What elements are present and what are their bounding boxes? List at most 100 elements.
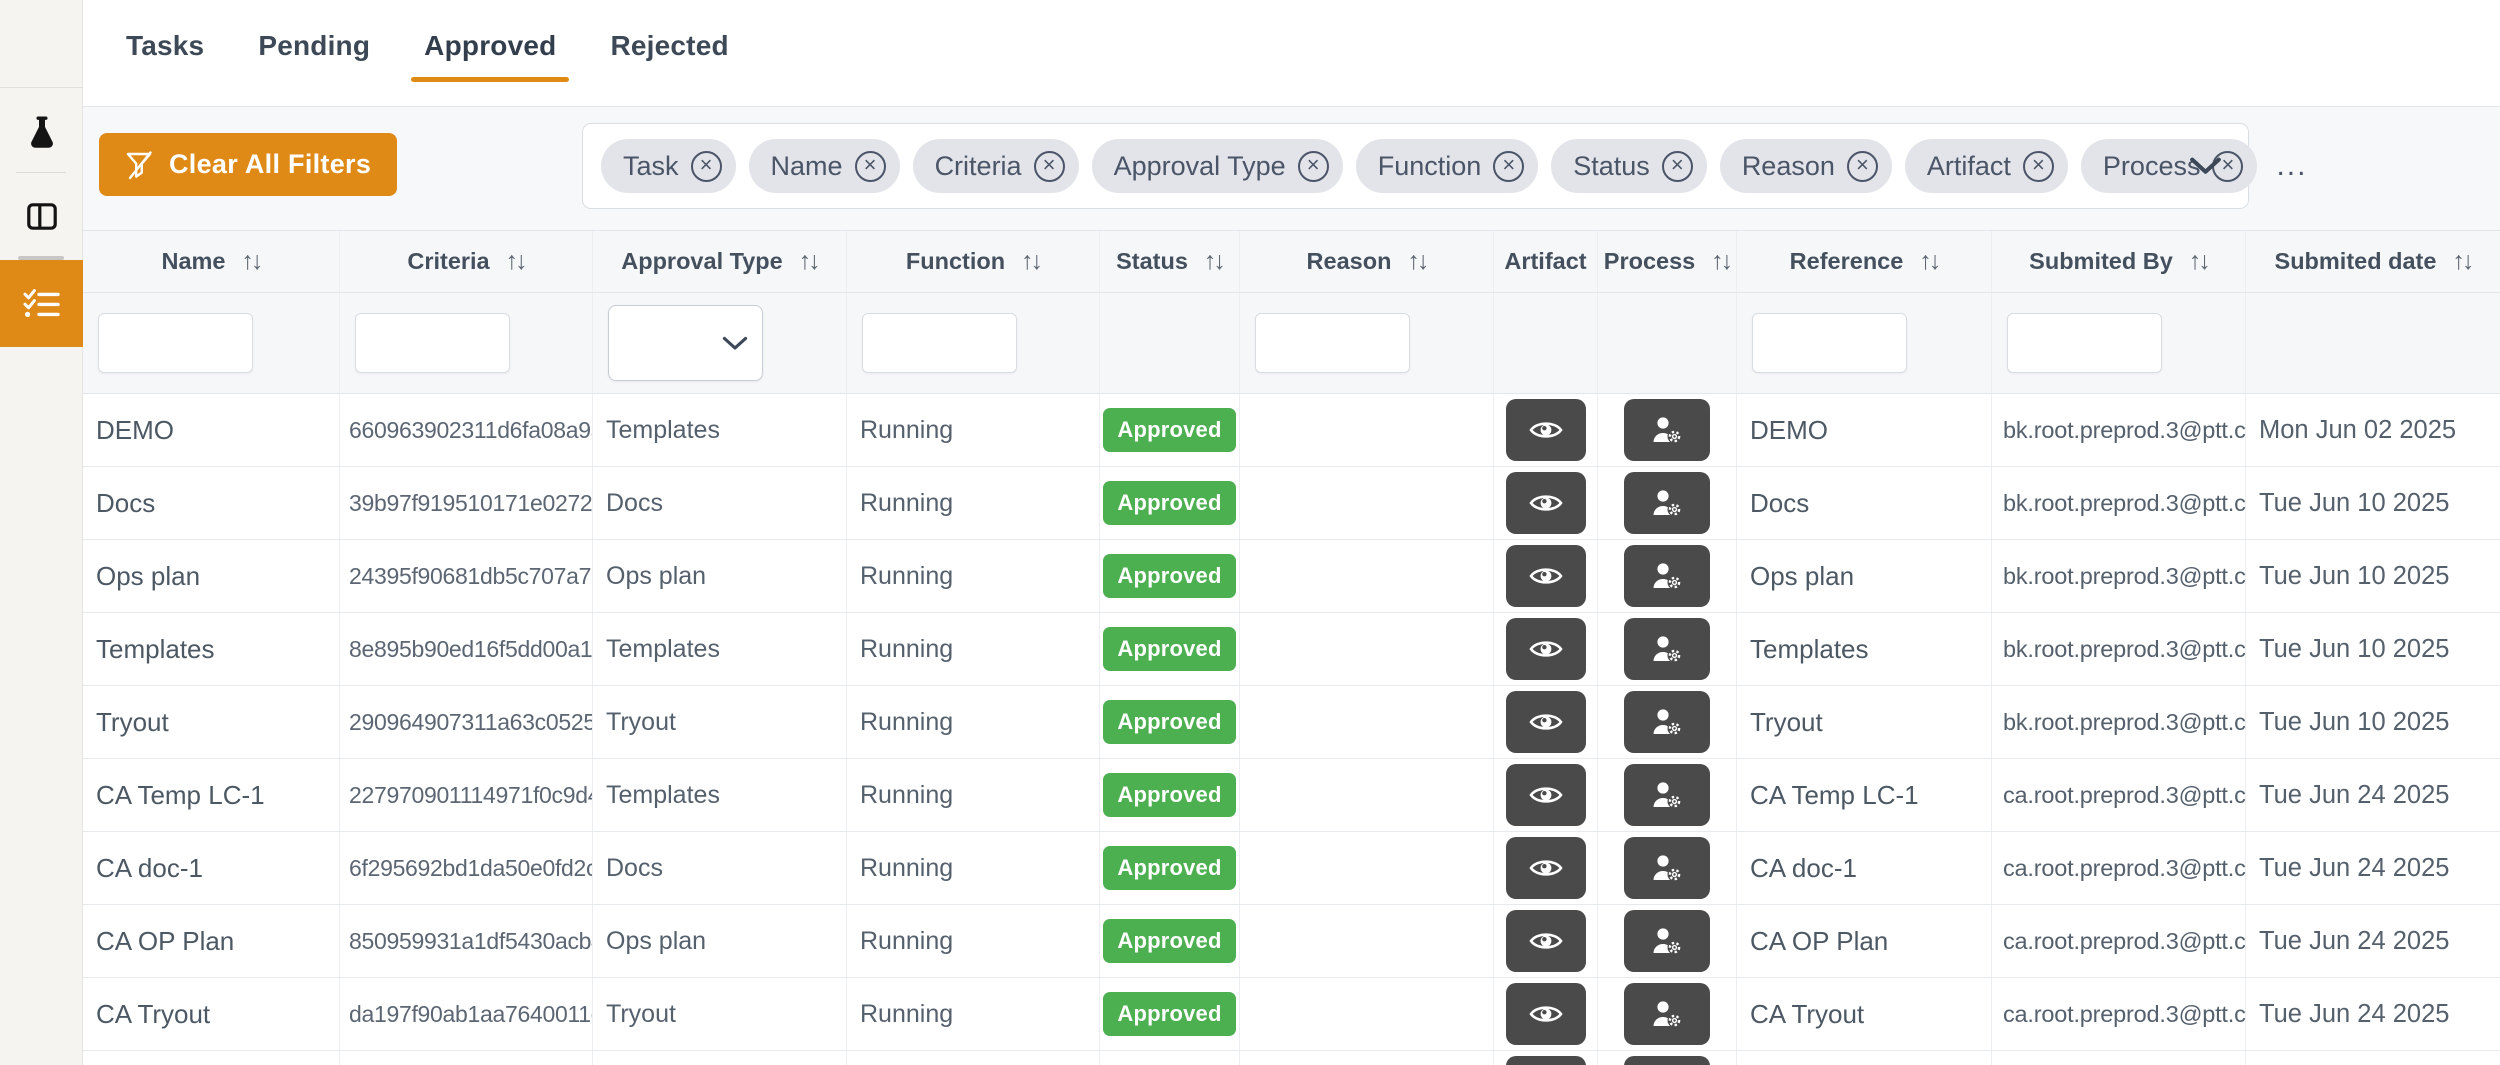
clear-all-filters-button[interactable]: Clear All Filters: [99, 133, 398, 196]
user-gear-icon: [1651, 781, 1683, 809]
cell-name: CA Tryout: [83, 978, 340, 1050]
cell-criteria: 24395f90681db5c707a79a: [340, 540, 593, 612]
remove-filter-icon[interactable]: ×: [1493, 150, 1525, 182]
view-artifact-button[interactable]: [1505, 691, 1586, 753]
sort-icon[interactable]: ↑↓: [799, 247, 821, 276]
cell-status: Approved: [1100, 905, 1240, 977]
user-gear-icon: [1651, 635, 1683, 663]
filter-cell-submitted-date: [2246, 293, 2500, 393]
filter-cell-approval-type: [593, 293, 847, 393]
process-user-button[interactable]: [1624, 472, 1710, 534]
approval-type-filter-select[interactable]: [608, 305, 763, 381]
tab-rejected[interactable]: Rejected: [597, 30, 741, 90]
cell-criteria: 290964907311a63c05256: [340, 686, 593, 758]
view-artifact-button[interactable]: [1505, 472, 1586, 534]
filter-chip-reason: Reason ×: [1719, 139, 1892, 193]
sidebar-item-tasks-active[interactable]: [0, 260, 83, 347]
criteria-filter-input[interactable]: [355, 313, 510, 373]
cell-artifact: [1494, 1051, 1598, 1065]
status-badge: Approved: [1103, 700, 1236, 744]
cell-reason: [1240, 686, 1494, 758]
sort-icon[interactable]: ↑↓: [1407, 247, 1429, 276]
cell-reason: [1240, 832, 1494, 904]
function-filter-input[interactable]: [862, 313, 1017, 373]
view-artifact-button[interactable]: [1505, 545, 1586, 607]
sort-icon[interactable]: ↑↓: [1204, 247, 1226, 276]
remove-filter-icon[interactable]: ×: [1661, 150, 1693, 182]
remove-filter-icon[interactable]: ×: [1846, 150, 1878, 182]
sort-icon[interactable]: ↑↓: [1919, 247, 1941, 276]
filter-chip-criteria: Criteria ×: [912, 139, 1079, 193]
cell-process: [1598, 540, 1737, 612]
remove-filter-icon[interactable]: ×: [854, 150, 886, 182]
remove-filter-icon[interactable]: ×: [2022, 150, 2054, 182]
view-artifact-button[interactable]: [1505, 837, 1586, 899]
process-user-button[interactable]: [1624, 618, 1710, 680]
process-user-button[interactable]: [1624, 1056, 1710, 1065]
reference-filter-input[interactable]: [1752, 313, 1907, 373]
view-artifact-button[interactable]: [1505, 1056, 1586, 1065]
process-user-button[interactable]: [1624, 910, 1710, 972]
filter-cell-reason: [1240, 293, 1494, 393]
chevron-down-icon: [2189, 157, 2222, 176]
process-user-button[interactable]: [1624, 764, 1710, 826]
submitted-by-filter-input[interactable]: [2007, 313, 2162, 373]
table-row-partial: [83, 1051, 2500, 1065]
reason-filter-input[interactable]: [1255, 313, 1410, 373]
col-label: Criteria: [407, 248, 490, 274]
app-window: Tasks Pending Approved Rejected Clear Al…: [0, 0, 2500, 1065]
expand-filters-button[interactable]: [2189, 157, 2222, 176]
filter-cell-status: [1100, 293, 1240, 393]
col-label: Approval Type: [621, 248, 783, 274]
process-user-button[interactable]: [1624, 837, 1710, 899]
sort-icon[interactable]: ↑↓: [2452, 247, 2474, 276]
sidebar-divider: [0, 87, 83, 88]
sidebar: [0, 0, 83, 1065]
sort-icon[interactable]: ↑↓: [1711, 247, 1733, 276]
view-artifact-button[interactable]: [1505, 618, 1586, 680]
tab-tasks[interactable]: Tasks: [113, 30, 217, 90]
cell-function: Running: [847, 467, 1100, 539]
remove-filter-icon[interactable]: ×: [1033, 150, 1065, 182]
cell-function: Running: [847, 686, 1100, 758]
sidebar-item-experiments[interactable]: [0, 103, 83, 163]
chip-label: Process: [2102, 150, 2201, 181]
sort-icon[interactable]: ↑↓: [506, 247, 528, 276]
col-label: Name: [161, 248, 226, 274]
sidebar-item-board[interactable]: [0, 186, 83, 246]
tab-pending[interactable]: Pending: [245, 30, 383, 90]
name-filter-input[interactable]: [98, 313, 253, 373]
cell-reason: [1240, 467, 1494, 539]
cell-name: CA Temp LC-1: [83, 759, 340, 831]
filter-chip-status: Status ×: [1551, 139, 1707, 193]
cell-submitted-by: ca.root.preprod.3@ptt.c: [1992, 759, 2246, 831]
sort-icon[interactable]: ↑↓: [1021, 247, 1043, 276]
view-artifact-button[interactable]: [1505, 910, 1586, 972]
process-user-button[interactable]: [1624, 545, 1710, 607]
process-user-button[interactable]: [1624, 399, 1710, 461]
cell-approval-type: Ops plan: [593, 540, 847, 612]
cell-submitted-by: ca.root.preprod.3@ptt.c: [1992, 832, 2246, 904]
cell-status: Approved: [1100, 759, 1240, 831]
process-user-button[interactable]: [1624, 691, 1710, 753]
col-label: Function: [905, 248, 1006, 274]
remove-filter-icon[interactable]: ×: [1297, 150, 1329, 182]
sort-icon[interactable]: ↑↓: [2189, 247, 2211, 276]
view-artifact-button[interactable]: [1505, 764, 1586, 826]
cell-process: [1598, 905, 1737, 977]
cell-status: [1100, 1051, 1240, 1065]
tab-approved[interactable]: Approved: [411, 30, 570, 90]
sort-icon[interactable]: ↑↓: [242, 247, 264, 276]
cell-function: Running: [847, 759, 1100, 831]
cell-name: [83, 1051, 340, 1065]
table-row: CA doc-1 6f295692bd1da50e0fd2c6 Docs Run…: [83, 832, 2500, 905]
cell-status: Approved: [1100, 613, 1240, 685]
process-user-button[interactable]: [1624, 983, 1710, 1045]
remove-filter-icon[interactable]: ×: [690, 150, 722, 182]
chip-label: Reason: [1741, 150, 1835, 181]
view-artifact-button[interactable]: [1505, 983, 1586, 1045]
chip-label: Artifact: [1926, 150, 2011, 181]
view-artifact-button[interactable]: [1505, 399, 1586, 461]
cell-artifact: [1494, 540, 1598, 612]
cell-name: Docs: [83, 467, 340, 539]
